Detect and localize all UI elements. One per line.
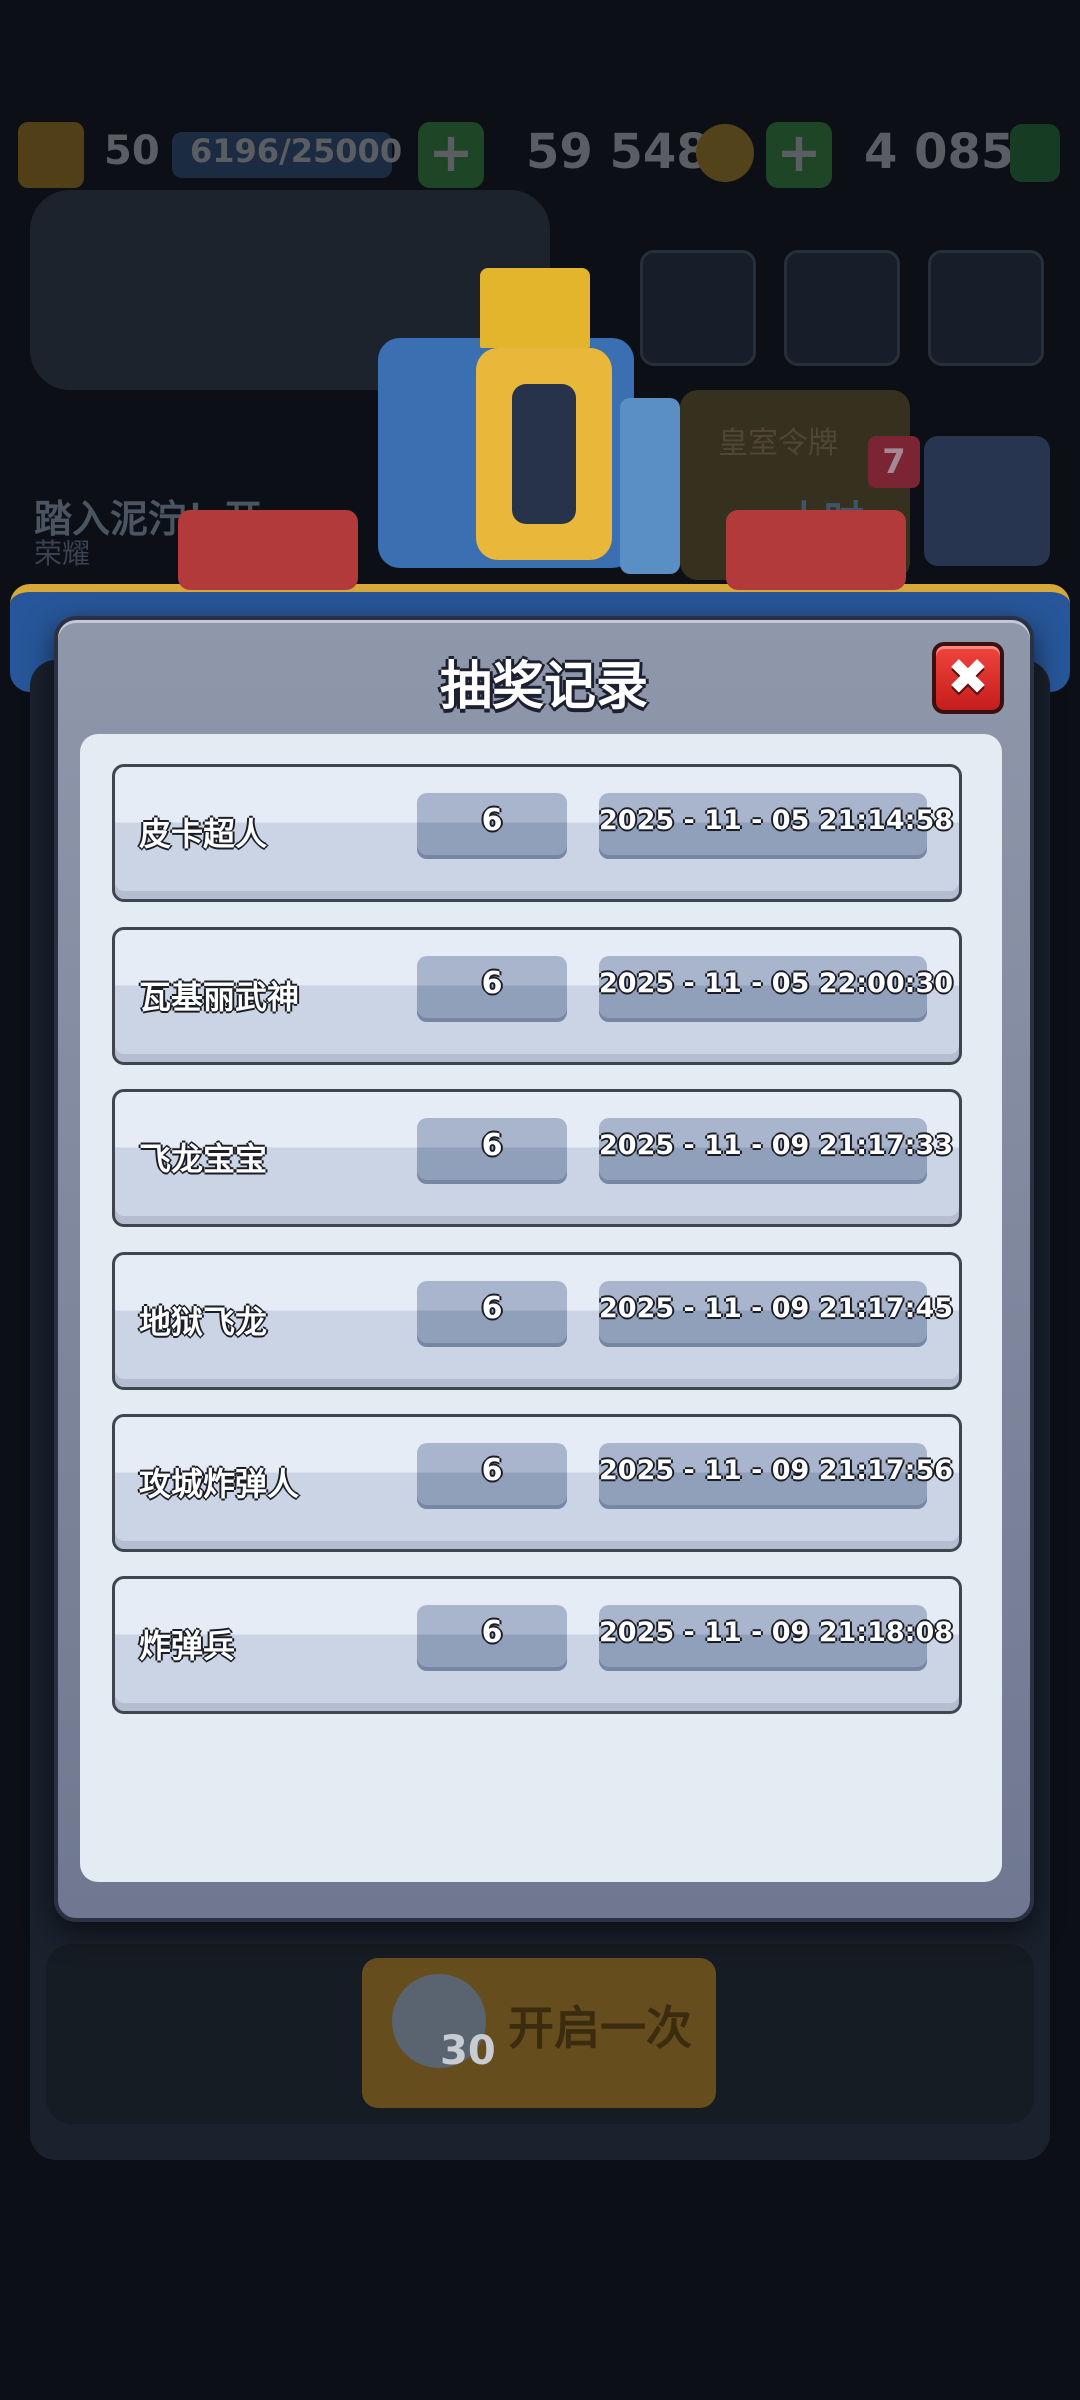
record-name: 攻城炸弹人 — [139, 1465, 300, 1503]
close-icon: ✖ — [947, 648, 989, 706]
league-shield-icon[interactable] — [924, 436, 1050, 566]
record-row: 地狱飞龙 6 2025 - 11 - 09 21:17:45 — [112, 1252, 962, 1390]
gift-box-left-icon — [178, 510, 358, 590]
record-row: 瓦基丽武神 6 2025 - 11 - 05 22:00:30 — [112, 927, 962, 1065]
machine-side-panel — [620, 398, 680, 574]
record-row: 飞龙宝宝 6 2025 - 11 - 09 21:17:33 — [112, 1089, 962, 1227]
record-row: 皮卡超人 6 2025 - 11 - 05 21:14:58 — [112, 764, 962, 902]
level-badge-icon — [18, 122, 84, 188]
record-row: 炸弹兵 6 2025 - 11 - 09 21:18:08 — [112, 1576, 962, 1714]
crown-icon — [480, 268, 590, 348]
record-name: 炸弹兵 — [139, 1627, 236, 1665]
gem-icon — [1010, 124, 1060, 182]
record-count: 6 — [417, 1118, 567, 1184]
draw-history-dialog: 抽奖记录 ✖ 皮卡超人 6 2025 - 11 - 05 21:14:58 瓦基… — [54, 616, 1034, 1922]
friends-button[interactable] — [640, 250, 756, 366]
xp-text: 6196/25000 — [190, 132, 403, 170]
record-time: 2025 - 11 - 09 21:18:08 — [599, 1605, 953, 1671]
machine-screen — [512, 384, 576, 524]
open-cost: 30 — [440, 2028, 496, 2074]
record-count: 6 — [417, 793, 567, 859]
record-count: 6 — [417, 956, 567, 1022]
record-count: 6 — [417, 1281, 567, 1347]
record-name: 地狱飞龙 — [139, 1303, 268, 1341]
record-time: 2025 - 11 - 09 21:17:45 — [599, 1281, 953, 1347]
gold-amount: 59 548 — [526, 124, 710, 180]
news-button[interactable] — [784, 250, 900, 366]
record-list[interactable]: 皮卡超人 6 2025 - 11 - 05 21:14:58 瓦基丽武神 6 2… — [80, 734, 1002, 1882]
record-time: 2025 - 11 - 05 21:14:58 — [599, 793, 953, 859]
record-row: 攻城炸弹人 6 2025 - 11 - 09 21:17:56 — [112, 1414, 962, 1552]
dialog-title: 抽奖记录 — [439, 657, 648, 717]
royal-label: 皇室令牌 — [718, 426, 838, 461]
resource-bar: 50 6196/25000 + 59 548 + 4 085 — [0, 110, 1080, 200]
record-time: 2025 - 11 - 09 21:17:56 — [599, 1443, 953, 1509]
banner-subtitle: 荣耀 — [34, 537, 91, 570]
level-text: 50 — [104, 128, 160, 174]
record-time: 2025 - 11 - 05 22:00:30 — [599, 956, 953, 1022]
gold-coin-icon — [696, 124, 754, 182]
add-gems-button[interactable]: + — [766, 122, 832, 188]
record-count: 6 — [417, 1443, 567, 1509]
open-once-label: 开启一次 — [508, 2001, 692, 2055]
notification-badge: 7 — [868, 436, 920, 488]
record-name: 飞龙宝宝 — [139, 1140, 268, 1178]
record-time: 2025 - 11 - 09 21:17:33 — [599, 1118, 953, 1184]
record-name: 皮卡超人 — [139, 815, 268, 853]
record-count: 6 — [417, 1605, 567, 1671]
gift-box-right-icon — [726, 510, 906, 590]
gem-amount: 4 085 — [864, 124, 1015, 180]
record-name: 瓦基丽武神 — [139, 978, 300, 1016]
add-gold-button[interactable]: + — [418, 122, 484, 188]
menu-button[interactable] — [928, 250, 1044, 366]
close-button[interactable]: ✖ — [932, 642, 1004, 714]
